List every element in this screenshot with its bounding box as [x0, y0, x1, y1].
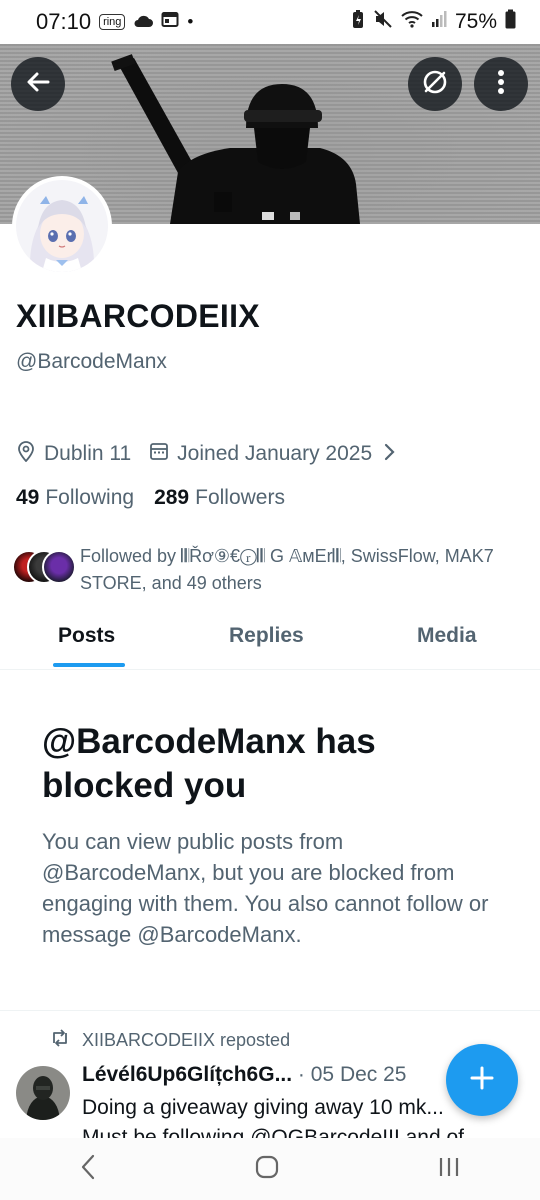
follow-counts: 49 Following 289 Followers: [16, 486, 285, 510]
battery-saver-icon: [351, 9, 365, 35]
following-link[interactable]: 49 Following: [16, 486, 134, 510]
compose-post-button[interactable]: [446, 1044, 518, 1116]
profile-avatar[interactable]: [12, 176, 112, 276]
profile-meta-row: Dublin 11 Joined January 2025: [16, 440, 404, 468]
more-options-button[interactable]: [474, 57, 528, 111]
profile-joined-date: Joined January 2025: [177, 442, 373, 465]
ring-badge: ring: [99, 14, 126, 30]
followers-count: 289: [154, 486, 190, 509]
section-divider: [0, 1010, 540, 1011]
tweet-author-name[interactable]: Lévél6Up6Glíțch6G...: [82, 1063, 292, 1086]
repost-icon: [50, 1029, 70, 1052]
active-tab-indicator: [53, 663, 125, 667]
grok-icon: [421, 68, 449, 101]
signal-icon: [431, 10, 447, 34]
calendar-joined-icon: [149, 441, 177, 467]
anime-girl-avatar-image: [16, 180, 108, 272]
cloud-icon: [133, 10, 154, 34]
tab-replies[interactable]: Replies: [229, 624, 304, 648]
blocked-description: You can view public posts from @BarcodeM…: [42, 829, 489, 947]
profile-tabs: Posts Replies Media: [0, 610, 540, 670]
clock: 07:10: [36, 9, 92, 34]
battery-icon: [505, 9, 516, 35]
more-vertical-icon: [497, 69, 505, 100]
mute-icon: [373, 9, 393, 35]
followed-by-text[interactable]: Followed by 𝄃𝄃Řơ⑨€ⓡ𝄃𝄃 G 𝔸мΕr𝄃𝄃, SwissFlo…: [80, 543, 520, 597]
followed-by-avatars[interactable]: [12, 550, 76, 586]
profile-handle: @BarcodeManx: [16, 350, 167, 373]
reposted-by-text: XIIBARCODEIIX reposted: [82, 1030, 291, 1050]
tab-posts[interactable]: Posts: [58, 624, 115, 648]
following-count: 49: [16, 486, 40, 509]
location-icon: [16, 440, 44, 468]
wifi-icon: [401, 10, 423, 34]
follower-avatar-3: [42, 550, 76, 584]
followers-link[interactable]: 289 Followers: [154, 486, 285, 510]
tab-media[interactable]: Media: [417, 624, 477, 648]
nav-home-icon[interactable]: [255, 1155, 279, 1184]
battery-percent: 75%: [454, 10, 497, 33]
nav-recents-icon[interactable]: [437, 1156, 461, 1183]
calendar-icon: [161, 10, 179, 34]
nav-back-icon[interactable]: [79, 1154, 97, 1185]
back-arrow-icon: [24, 68, 52, 101]
chevron-right-icon[interactable]: [384, 441, 404, 467]
plus-icon: [468, 1064, 496, 1097]
followers-label: Followers: [195, 486, 285, 509]
back-button[interactable]: [11, 57, 65, 111]
profile-display-name: XIIBARCODEIIX: [16, 298, 260, 334]
grok-button[interactable]: [408, 57, 462, 111]
tweet-header: Lévél6Up6Glíțch6G... · 05 Dec 25: [82, 1063, 406, 1087]
notification-dot: •: [187, 12, 194, 31]
tweet-date: · 05 Dec 25: [297, 1063, 407, 1086]
profile-location: Dublin 11: [44, 442, 132, 465]
system-nav-bar: [0, 1138, 540, 1200]
repost-context: XIIBARCODEIIX reposted: [50, 1029, 290, 1052]
status-bar: 07:10 ring • 75%: [0, 0, 540, 44]
following-label: Following: [45, 486, 135, 509]
tweet-author-avatar[interactable]: [16, 1066, 70, 1120]
blocked-title: @BarcodeManx has blocked you: [42, 722, 376, 805]
